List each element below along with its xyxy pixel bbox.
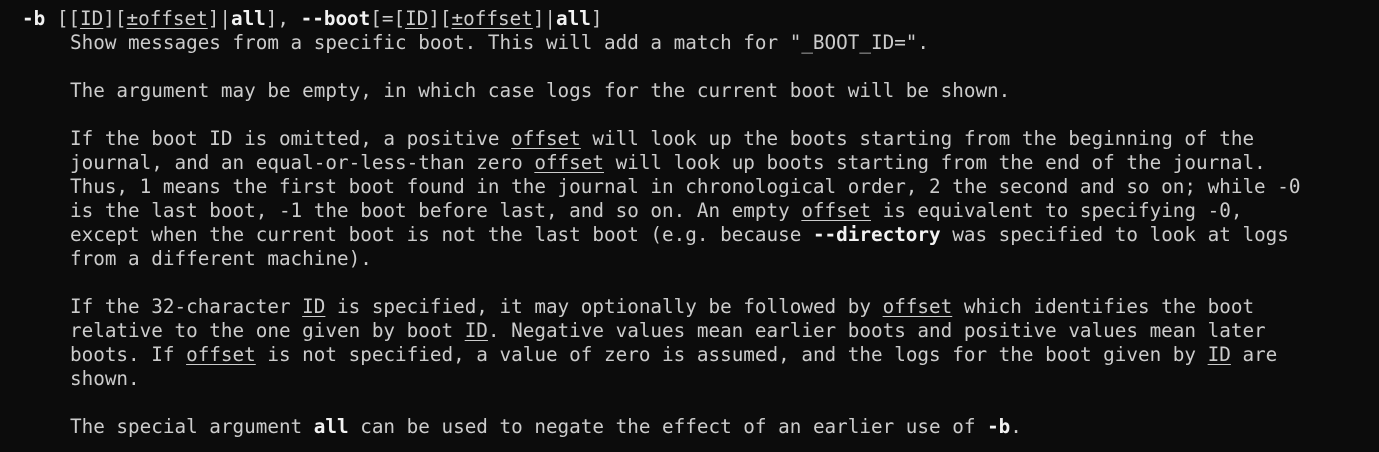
description-line: The argument may be empty, in which case… <box>22 79 1379 103</box>
text-run: If the 32-character <box>70 295 303 318</box>
description-line: Thus, 1 means the first boot found in th… <box>22 175 1379 199</box>
bold-literal: all <box>313 415 349 438</box>
description-line: is the last boot, -1 the boot before las… <box>22 199 1379 223</box>
text-run: which identifies the boot <box>952 295 1255 318</box>
text-run: ], <box>265 7 301 30</box>
text-run: will look up the boots starting from the… <box>580 127 1255 150</box>
text-run: ] <box>590 7 603 30</box>
description-line: If the boot ID is omitted, a positive of… <box>22 127 1379 151</box>
text-run: is not specified, a value of zero is ass… <box>255 343 1208 366</box>
underlined-argument: ±offset <box>126 7 208 30</box>
bold-literal: -b <box>987 415 1011 438</box>
text-run: Show messages from a specific boot. This… <box>70 31 930 54</box>
option-synopsis-line: -b [[ID][±offset]|all], --boot[=[ID][±of… <box>22 7 1379 31</box>
text-run: ][ <box>103 7 127 30</box>
text-run: . Negative values mean earlier boots and… <box>487 319 1266 342</box>
text-run: journal, and an equal-or-less-than zero <box>70 151 535 174</box>
underlined-argument: ID <box>464 319 488 342</box>
bold-literal: -b <box>22 7 46 30</box>
description-line: boots. If offset is not specified, a val… <box>22 343 1379 367</box>
text-run: is specified, it may optionally be follo… <box>325 295 883 318</box>
text-run: from a different machine). <box>70 247 372 270</box>
text-run: ]| <box>207 7 231 30</box>
description-line: If the 32-character ID is specified, it … <box>22 295 1379 319</box>
bold-literal: all <box>230 7 266 30</box>
underlined-argument: offset <box>801 199 871 222</box>
description-line: relative to the one given by boot ID. Ne… <box>22 319 1379 343</box>
text-run: shown. <box>70 367 140 390</box>
underlined-argument: ID <box>1207 343 1231 366</box>
bold-literal: --boot <box>300 7 371 30</box>
underlined-argument: offset <box>511 127 581 150</box>
description-line: shown. <box>22 367 1379 391</box>
text-run: The special argument <box>70 415 314 438</box>
terminal-window[interactable]: -b [[ID][±offset]|all], --boot[=[ID][±of… <box>0 0 1379 452</box>
description-line: journal, and an equal-or-less-than zero … <box>22 151 1379 175</box>
underlined-argument: offset <box>186 343 256 366</box>
underlined-argument: offset <box>534 151 604 174</box>
text-run: except when the current boot is not the … <box>70 223 813 246</box>
text-run: [=[ <box>370 7 406 30</box>
option-description: Show messages from a specific boot. This… <box>22 31 1379 439</box>
text-run: If the boot ID is omitted, a positive <box>70 127 512 150</box>
text-run: are <box>1230 343 1278 366</box>
bold-literal: all <box>556 7 591 30</box>
underlined-argument: offset <box>882 295 953 318</box>
text-run: The argument may be empty, in which case… <box>70 79 1011 102</box>
text-run: [[ <box>45 7 81 30</box>
underlined-argument: ±offset <box>451 7 533 30</box>
description-line: from a different machine). <box>22 247 1379 271</box>
underlined-argument: ID <box>302 295 326 318</box>
description-line: except when the current boot is not the … <box>22 223 1379 247</box>
bold-literal: --directory <box>812 223 941 246</box>
text-run: ]| <box>532 7 557 30</box>
text-run: boots. If <box>70 343 187 366</box>
description-line: Show messages from a specific boot. This… <box>22 31 1379 55</box>
text-run: was specified to look at logs <box>940 223 1289 246</box>
description-line: The special argument all can be used to … <box>22 415 1379 439</box>
text-run: can be used to negate the effect of an e… <box>348 415 988 438</box>
text-run: is the last boot, -1 the boot before las… <box>70 199 802 222</box>
underlined-argument: ID <box>405 7 429 30</box>
text-run: . <box>1010 415 1022 438</box>
text-run: ][ <box>428 7 452 30</box>
text-run: Thus, 1 means the first boot found in th… <box>70 175 1301 198</box>
text-run: relative to the one given by boot <box>70 319 465 342</box>
text-run: will look up boots starting from the end… <box>604 151 1266 174</box>
text-run: is equivalent to specifying -0, <box>870 199 1243 222</box>
underlined-argument: ID <box>80 7 104 30</box>
